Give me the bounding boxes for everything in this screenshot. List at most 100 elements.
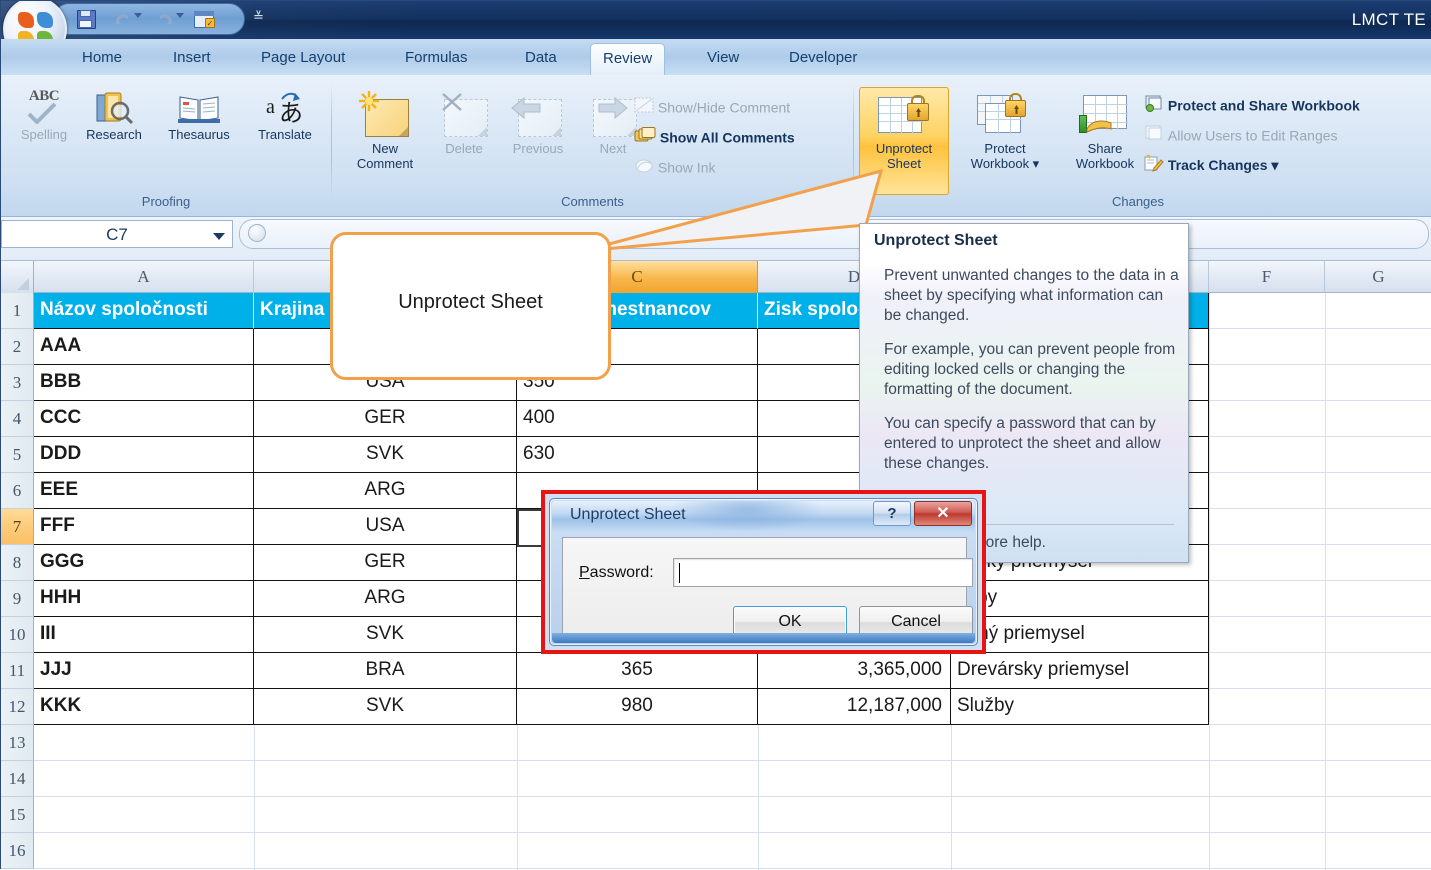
select-all-corner[interactable] xyxy=(1,261,34,293)
ribbon-button-new-comment[interactable]: New Comment xyxy=(344,89,426,171)
table-row[interactable]: BBB USA 350 4,6 xyxy=(34,365,1431,401)
redo-icon[interactable] xyxy=(154,9,176,31)
cell-c12[interactable]: 980 xyxy=(517,689,758,725)
row-header-11[interactable]: 11 xyxy=(1,653,34,689)
row-header-6[interactable]: 6 xyxy=(1,473,34,509)
undo-dropdown-icon[interactable] xyxy=(134,13,142,18)
ribbon-list-label: Protect and Share Workbook xyxy=(1168,98,1360,114)
cell-a3[interactable]: BBB xyxy=(34,365,254,401)
cell-c5[interactable]: 630 xyxy=(517,437,758,473)
ribbon-button-spelling[interactable]: ABC Spelling xyxy=(7,89,81,142)
row-header-15[interactable]: 15 xyxy=(1,797,34,833)
row-header-16[interactable]: 16 xyxy=(1,833,34,869)
cell-b7[interactable]: USA xyxy=(254,509,517,545)
table-row[interactable]: DDD SVK 630 9,6 xyxy=(34,437,1431,473)
column-header-a[interactable]: A xyxy=(34,261,254,293)
undo-icon[interactable] xyxy=(112,9,134,31)
cell-c11[interactable]: 365 xyxy=(517,653,758,689)
cell-a6[interactable]: EEE xyxy=(34,473,254,509)
tab-developer[interactable]: Developer xyxy=(777,43,869,75)
table-row[interactable]: JJJ BRA 365 3,365,000 Drevársky priemyse… xyxy=(34,653,1431,689)
ribbon-list-show-hide-comment[interactable]: Show/Hide Comment xyxy=(634,97,790,118)
cell-b8[interactable]: GER xyxy=(254,545,517,581)
dialog-close-button[interactable]: ✕ xyxy=(914,501,972,526)
table-icon[interactable]: ✓ xyxy=(194,9,216,31)
table-row[interactable]: CCC GER 400 5,5 xyxy=(34,401,1431,437)
cell-a5[interactable]: DDD xyxy=(34,437,254,473)
ribbon-button-previous-comment[interactable]: Previous xyxy=(500,89,576,156)
row-header-7[interactable]: 7 xyxy=(1,509,34,545)
office-button[interactable] xyxy=(3,1,67,39)
name-box[interactable]: C7 xyxy=(1,220,233,248)
tab-view[interactable]: View xyxy=(695,43,751,75)
show-all-comments-icon xyxy=(634,127,656,148)
ribbon-list-show-all-comments[interactable]: Show All Comments xyxy=(634,127,795,148)
cell-b9[interactable]: ARG xyxy=(254,581,517,617)
cell-a4[interactable]: CCC xyxy=(34,401,254,437)
cell-b6[interactable]: ARG xyxy=(254,473,517,509)
row-header-4[interactable]: 4 xyxy=(1,401,34,437)
dialog-help-button[interactable]: ? xyxy=(873,501,911,526)
row-header-12[interactable]: 12 xyxy=(1,689,34,725)
cell-a8[interactable]: GGG xyxy=(34,545,254,581)
row-header-8[interactable]: 8 xyxy=(1,545,34,581)
ribbon-group-proofing: ABC Spelling Research xyxy=(1,77,331,213)
row-header-10[interactable]: 10 xyxy=(1,617,34,653)
row-header-3[interactable]: 3 xyxy=(1,365,34,401)
redo-dropdown-icon[interactable] xyxy=(176,13,184,18)
customize-qat-icon[interactable]: ≚ xyxy=(253,10,264,25)
ribbon-button-unprotect-sheet[interactable]: Unprotect Sheet xyxy=(859,91,949,171)
ribbon-button-research[interactable]: Research xyxy=(75,89,153,142)
quick-access-toolbar: ✓ xyxy=(53,3,245,35)
cell-e11[interactable]: Drevársky priemysel xyxy=(951,653,1209,689)
dialog-title: Unprotect Sheet xyxy=(570,506,686,524)
cell-b12[interactable]: SVK xyxy=(254,689,517,725)
cell-a11[interactable]: JJJ xyxy=(34,653,254,689)
row-header-5[interactable]: 5 xyxy=(1,437,34,473)
cell-d12[interactable]: 12,187,000 xyxy=(758,689,951,725)
cell-c4[interactable]: 400 xyxy=(517,401,758,437)
table-row[interactable]: KKK SVK 980 12,187,000 Služby xyxy=(34,689,1431,725)
cell-a2[interactable]: AAA xyxy=(34,329,254,365)
tab-formulas[interactable]: Formulas xyxy=(393,43,480,75)
cell-e10[interactable]: obný priemysel xyxy=(951,617,1209,653)
cell-a12[interactable]: KKK xyxy=(34,689,254,725)
row-header-2[interactable]: 2 xyxy=(1,329,34,365)
ribbon-button-delete-comment[interactable]: Delete xyxy=(432,89,496,156)
column-header-g[interactable]: G xyxy=(1325,261,1431,293)
cell-e12[interactable]: Služby xyxy=(951,689,1209,725)
cell-b5[interactable]: SVK xyxy=(254,437,517,473)
row-header-9[interactable]: 9 xyxy=(1,581,34,617)
ribbon-button-label: Spelling xyxy=(7,127,81,142)
password-input[interactable] xyxy=(673,558,973,587)
cell-a9[interactable]: HHH xyxy=(34,581,254,617)
ribbon-button-share-workbook[interactable]: Share Workbook xyxy=(1059,91,1151,171)
ribbon-button-protect-workbook[interactable]: Protect Workbook ▾ xyxy=(955,91,1055,171)
table-row[interactable]: AAA 200 1,5 xyxy=(34,329,1431,365)
row-header-13[interactable]: 13 xyxy=(1,725,34,761)
cell-a10[interactable]: III xyxy=(34,617,254,653)
save-icon[interactable] xyxy=(76,9,98,31)
row-header-1[interactable]: 1 xyxy=(1,293,34,329)
ribbon-button-label: Thesaurus xyxy=(157,127,241,142)
tab-data[interactable]: Data xyxy=(513,43,569,75)
tab-review[interactable]: Review xyxy=(590,43,665,75)
tab-home[interactable]: Home xyxy=(70,43,134,75)
row-header-14[interactable]: 14 xyxy=(1,761,34,797)
ribbon-button-translate[interactable]: a あ Translate xyxy=(245,89,325,142)
ribbon-button-label: New Comment xyxy=(344,141,426,171)
ribbon-button-thesaurus[interactable]: Thesaurus xyxy=(157,89,241,142)
cell-a7[interactable]: FFF xyxy=(34,509,254,545)
name-box-dropdown-icon[interactable] xyxy=(213,233,225,240)
tab-page-layout[interactable]: Page Layout xyxy=(249,43,357,75)
tab-insert[interactable]: Insert xyxy=(161,43,223,75)
column-header-f[interactable]: F xyxy=(1209,261,1325,293)
ribbon-list-protect-and-share-workbook[interactable]: Protect and Share Workbook xyxy=(1144,95,1360,116)
cell-e9[interactable]: užby xyxy=(951,581,1209,617)
cell-b10[interactable]: SVK xyxy=(254,617,517,653)
cell-d11[interactable]: 3,365,000 xyxy=(758,653,951,689)
ribbon-list-track-changes[interactable]: Track Changes ▾ xyxy=(1144,155,1278,176)
cell-b4[interactable]: GER xyxy=(254,401,517,437)
cell-b11[interactable]: BRA xyxy=(254,653,517,689)
ribbon-list-allow-users-edit-ranges[interactable]: Allow Users to Edit Ranges xyxy=(1144,125,1338,146)
